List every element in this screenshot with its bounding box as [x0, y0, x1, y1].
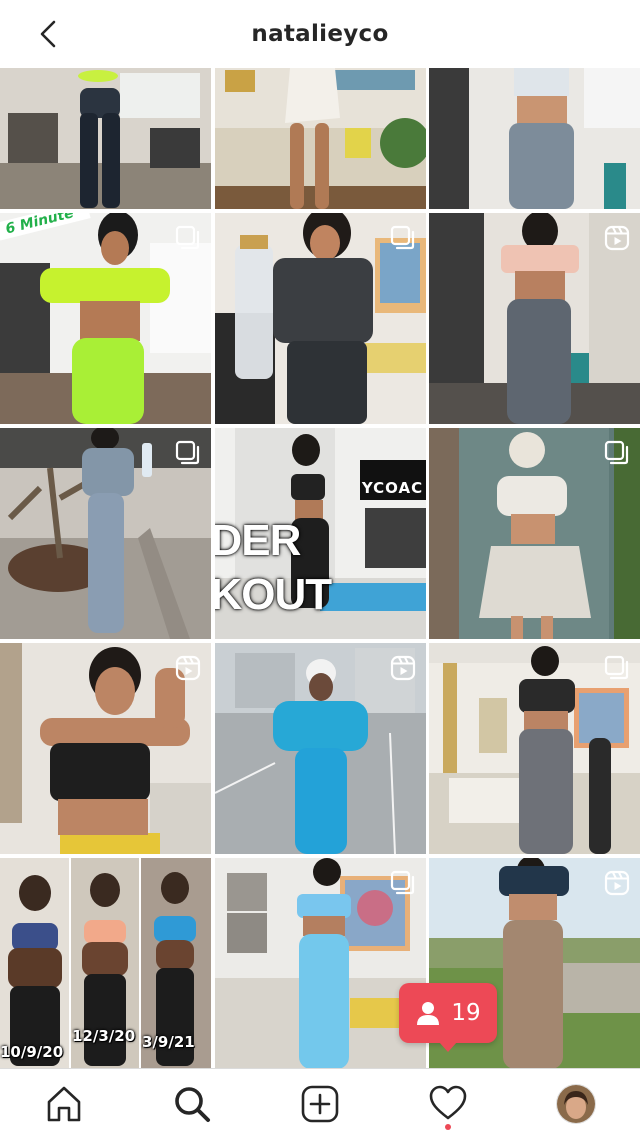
profile-header: natalieyco [0, 0, 640, 68]
post-tile[interactable] [0, 428, 211, 639]
tab-profile[interactable] [546, 1074, 606, 1134]
post-image [0, 68, 211, 209]
profile-avatar [556, 1084, 596, 1124]
tab-new-post[interactable] [290, 1074, 350, 1134]
post-tile[interactable] [429, 643, 640, 854]
progress-date-label: 10/9/20 [0, 1043, 64, 1061]
progress-date-label: 12/3/20 [72, 1027, 136, 1045]
carousel-icon [175, 440, 200, 465]
search-icon [175, 1087, 210, 1122]
reel-icon [604, 870, 630, 896]
video-overlay-text-1: DER [214, 516, 302, 565]
bottom-tab-bar [0, 1068, 640, 1139]
carousel-icon [390, 870, 414, 895]
post-tile[interactable] [214, 858, 426, 1068]
post-image [429, 68, 640, 209]
heart-icon [429, 1085, 467, 1120]
profile-username: natalieyco [251, 21, 389, 47]
post-tile[interactable] [429, 213, 640, 424]
new-followers-count: 19 [451, 1000, 481, 1026]
reel-icon [175, 655, 201, 681]
carousel-icon [175, 225, 200, 250]
back-button[interactable] [28, 14, 68, 54]
posts-grid: 6 Minute DER KOUT YCOAC 10/9/20 12/3/20 … [0, 68, 640, 1068]
post-tile[interactable]: 10/9/20 12/3/20 3/9/21 [0, 858, 211, 1068]
carousel-icon [604, 655, 629, 680]
post-tile[interactable] [0, 643, 211, 854]
post-tile[interactable]: 6 Minute [0, 213, 211, 424]
post-image [214, 68, 426, 209]
new-post-icon [301, 1085, 339, 1123]
video-overlay-text-2: KOUT [214, 570, 333, 619]
post-tile[interactable] [429, 428, 640, 639]
tab-activity[interactable] [418, 1074, 478, 1134]
new-followers-notification[interactable]: 19 [399, 983, 497, 1052]
tab-home[interactable] [34, 1074, 94, 1134]
activity-notification-dot [445, 1124, 451, 1130]
post-tile[interactable] [214, 643, 426, 854]
post-tile[interactable] [214, 68, 426, 209]
tab-search[interactable] [162, 1074, 222, 1134]
post-tile[interactable]: DER KOUT YCOAC [214, 428, 426, 639]
home-icon [47, 1086, 81, 1122]
progress-date-label: 3/9/21 [142, 1033, 195, 1051]
chevron-left-icon [40, 20, 56, 48]
post-tile[interactable] [214, 213, 426, 424]
carousel-icon [604, 440, 629, 465]
reel-icon [390, 655, 415, 681]
carousel-icon [390, 225, 414, 250]
reel-icon [604, 225, 630, 251]
post-tile[interactable] [429, 68, 640, 209]
brand-sign: YCOAC [359, 460, 426, 500]
person-icon [417, 1002, 440, 1025]
post-tile[interactable] [0, 68, 211, 209]
